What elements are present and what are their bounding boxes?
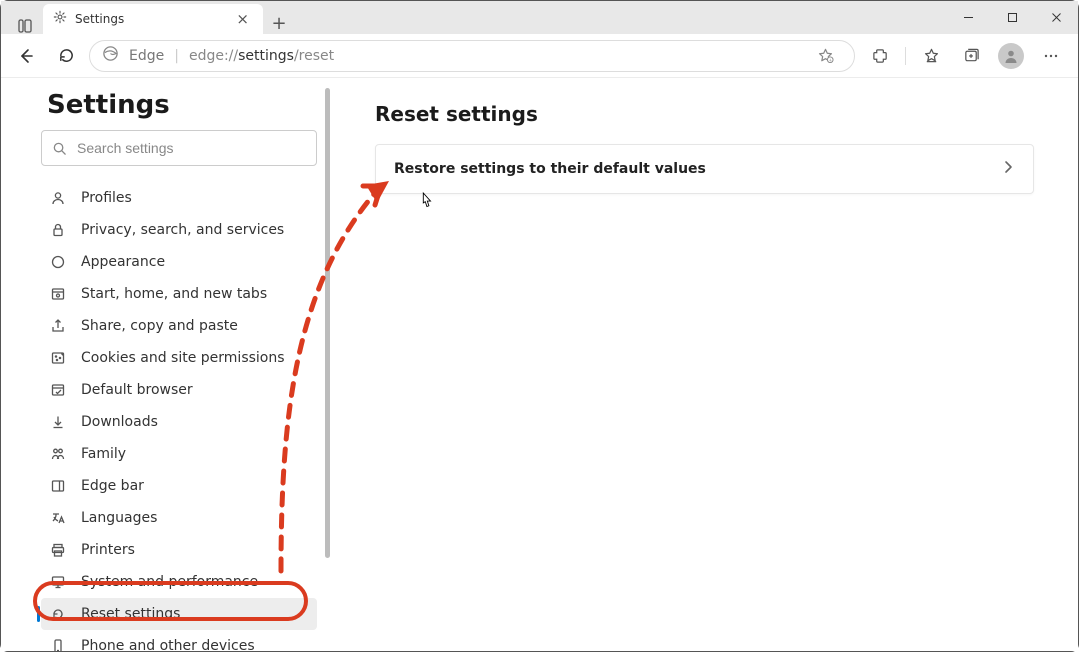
sidebar-item-label: Start, home, and new tabs [81, 286, 267, 302]
gear-icon [53, 10, 67, 28]
sidebar-item-label: Phone and other devices [81, 638, 255, 651]
cookies-icon [49, 349, 67, 367]
titlebar: Settings × + [1, 1, 1078, 34]
refresh-button[interactable] [49, 39, 83, 73]
collections-icon[interactable] [952, 39, 990, 73]
sidebar-item-share[interactable]: Share, copy and paste [41, 310, 317, 342]
tab-overview-icon[interactable] [7, 18, 43, 34]
restore-defaults-label: Restore settings to their default values [394, 161, 706, 177]
sidebar-item-label: Edge bar [81, 478, 144, 494]
sidebar-item-label: Downloads [81, 414, 158, 430]
settings-sidebar: Settings Profiles Privacy, search, and se… [1, 78, 331, 651]
url-bold: settings [238, 48, 294, 64]
profile-avatar[interactable] [992, 39, 1030, 73]
edge-logo-icon [102, 45, 119, 66]
edgebar-icon [49, 477, 67, 495]
sidebar-item-label: Default browser [81, 382, 193, 398]
search-box[interactable] [41, 130, 317, 166]
reset-icon [49, 605, 67, 623]
printer-icon [49, 541, 67, 559]
new-tab-button[interactable]: + [263, 13, 295, 34]
appearance-icon [49, 253, 67, 271]
start-icon [49, 285, 67, 303]
sidebar-item-default[interactable]: Default browser [41, 374, 317, 406]
sidebar-item-label: Printers [81, 542, 135, 558]
lock-icon [49, 221, 67, 239]
back-button[interactable] [9, 39, 43, 73]
sidebar-item-label: Share, copy and paste [81, 318, 238, 334]
sidebar-item-phone[interactable]: Phone and other devices [41, 630, 317, 651]
maximize-button[interactable] [990, 1, 1034, 34]
profile-icon [49, 189, 67, 207]
sidebar-item-label: Profiles [81, 190, 132, 206]
sidebar-item-printer[interactable]: Printers [41, 534, 317, 566]
restore-defaults-card[interactable]: Restore settings to their default values [375, 144, 1034, 194]
close-tab-icon[interactable]: × [232, 10, 253, 28]
sidebar-item-label: Privacy, search, and services [81, 222, 284, 238]
sidebar-item-label: Appearance [81, 254, 165, 270]
toolbar: Edge | edge://settings/reset + [1, 34, 1078, 78]
sidebar-item-appearance[interactable]: Appearance [41, 246, 317, 278]
favorite-star-icon[interactable]: + [808, 39, 842, 73]
settings-title: Settings [41, 86, 317, 130]
sidebar-item-edgebar[interactable]: Edge bar [41, 470, 317, 502]
url-prefix: edge:// [189, 48, 238, 64]
favorites-icon[interactable] [912, 39, 950, 73]
sidebar-item-profile[interactable]: Profiles [41, 182, 317, 214]
sidebar-item-languages[interactable]: Languages [41, 502, 317, 534]
tab-title: Settings [75, 12, 124, 26]
search-icon [52, 141, 67, 156]
phone-icon [49, 637, 67, 651]
extensions-icon[interactable] [861, 39, 899, 73]
sidebar-item-label: Family [81, 446, 126, 462]
download-icon [49, 413, 67, 431]
address-bar[interactable]: Edge | edge://settings/reset + [89, 40, 855, 72]
chevron-right-icon [1001, 160, 1015, 178]
sidebar-item-lock[interactable]: Privacy, search, and services [41, 214, 317, 246]
sidebar-item-label: Reset settings [81, 606, 180, 622]
address-app-label: Edge [129, 48, 164, 64]
sidebar-item-label: Cookies and site permissions [81, 350, 285, 366]
sidebar-scrollbar[interactable] [324, 78, 331, 651]
sidebar-item-reset[interactable]: Reset settings [41, 598, 317, 630]
browser-tab[interactable]: Settings × [43, 4, 263, 34]
sidebar-item-label: Languages [81, 510, 157, 526]
default-icon [49, 381, 67, 399]
share-icon [49, 317, 67, 335]
sidebar-item-start[interactable]: Start, home, and new tabs [41, 278, 317, 310]
page-title: Reset settings [375, 102, 1034, 126]
close-window-button[interactable] [1034, 1, 1078, 34]
more-menu-icon[interactable] [1032, 39, 1070, 73]
sidebar-item-cookies[interactable]: Cookies and site permissions [41, 342, 317, 374]
languages-icon [49, 509, 67, 527]
minimize-button[interactable] [946, 1, 990, 34]
sidebar-item-download[interactable]: Downloads [41, 406, 317, 438]
url-suffix: /reset [294, 48, 334, 64]
sidebar-item-system[interactable]: System and performance [41, 566, 317, 598]
sidebar-item-family[interactable]: Family [41, 438, 317, 470]
search-input[interactable] [77, 140, 306, 156]
family-icon [49, 445, 67, 463]
main-content: Reset settings Restore settings to their… [331, 78, 1078, 651]
system-icon [49, 573, 67, 591]
sidebar-item-label: System and performance [81, 574, 258, 590]
svg-text:+: + [828, 58, 832, 64]
